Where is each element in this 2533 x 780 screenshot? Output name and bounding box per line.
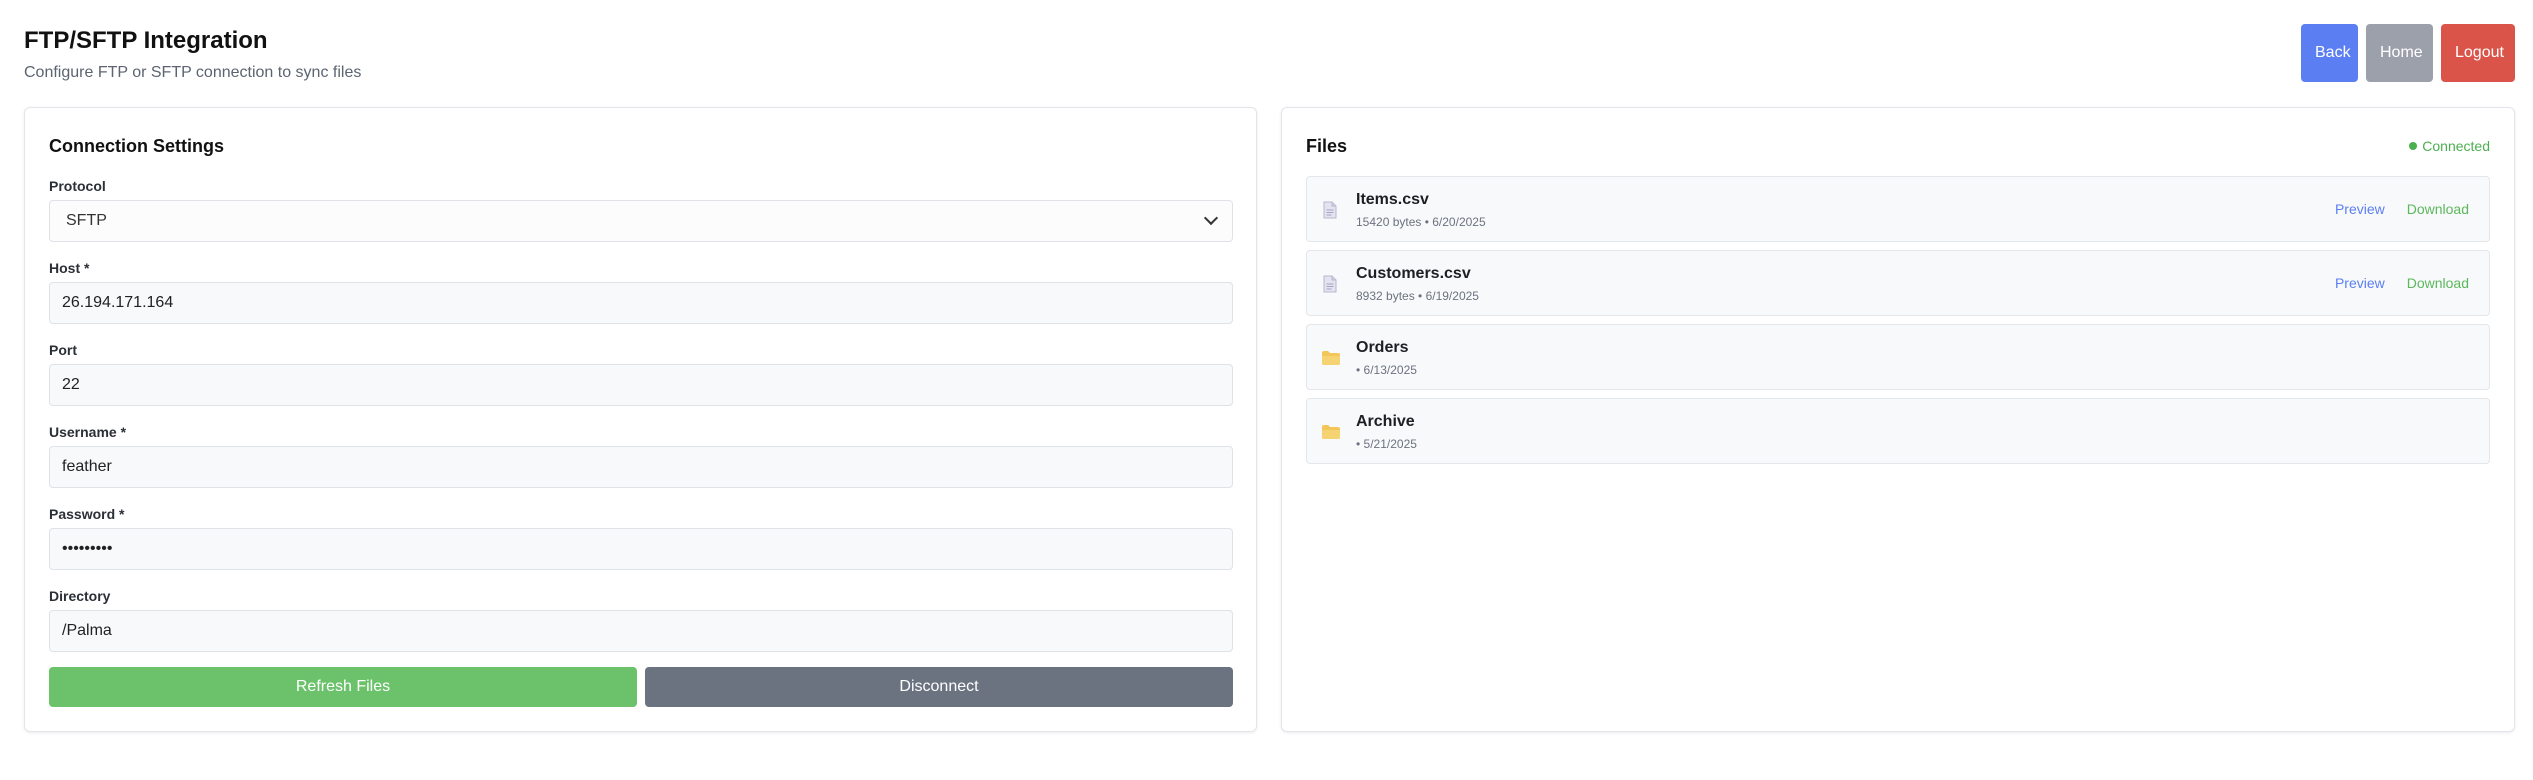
list-item[interactable]: Items.csv 15420 bytes • 6/20/2025 Previe…: [1306, 176, 2490, 242]
file-meta: • 5/21/2025: [1356, 437, 1417, 451]
file-list: Items.csv 15420 bytes • 6/20/2025 Previe…: [1306, 176, 2490, 472]
username-label: Username *: [49, 424, 127, 440]
directory-label: Directory: [49, 588, 111, 604]
file-actions: Preview Download: [2335, 201, 2469, 217]
connection-settings-title: Connection Settings: [49, 136, 224, 156]
file-icon: [1323, 275, 1337, 293]
port-input[interactable]: 22: [49, 364, 1233, 406]
directory-input[interactable]: /Palma: [49, 610, 1233, 652]
disconnect-button[interactable]: Disconnect: [645, 667, 1233, 707]
status-dot-icon: [2409, 142, 2418, 150]
protocol-label: Protocol: [49, 178, 106, 194]
protocol-select[interactable]: SFTP: [49, 200, 1233, 242]
files-panel: Files Connected Items.csv 15420 bytes • …: [1281, 107, 2515, 732]
list-item[interactable]: Orders • 6/13/2025: [1306, 324, 2490, 390]
logout-button[interactable]: Logout: [2441, 24, 2515, 82]
page-subtitle: Configure FTP or SFTP connection to sync…: [24, 64, 362, 81]
top-nav: Back Home Logout: [2301, 24, 2515, 82]
back-button[interactable]: Back: [2301, 24, 2358, 82]
protocol-value: SFTP: [66, 212, 107, 229]
file-icon: [1323, 201, 1337, 219]
file-actions: Preview Download: [2335, 275, 2469, 291]
host-input[interactable]: 26.194.171.164: [49, 282, 1233, 324]
home-button[interactable]: Home: [2366, 24, 2433, 82]
connection-status: Connected: [2409, 138, 2490, 154]
password-input[interactable]: •••••••••: [49, 528, 1233, 570]
file-meta: 8932 bytes • 6/19/2025: [1356, 289, 1479, 303]
connection-settings-panel: Connection Settings Protocol SFTP Host *…: [24, 107, 1257, 732]
file-name: Items.csv: [1356, 191, 1429, 208]
chevron-down-icon: [1203, 210, 1219, 226]
folder-name: Orders: [1356, 339, 1409, 356]
refresh-files-button[interactable]: Refresh Files: [49, 667, 637, 707]
preview-link[interactable]: Preview: [2335, 201, 2385, 217]
file-name: Customers.csv: [1356, 265, 1471, 282]
page-header: FTP/SFTP Integration Configure FTP or SF…: [24, 26, 361, 83]
status-text: Connected: [2422, 138, 2490, 154]
username-input[interactable]: feather: [49, 446, 1233, 488]
download-link[interactable]: Download: [2407, 275, 2469, 291]
folder-icon: [1322, 425, 1340, 439]
page-title: FTP/SFTP Integration: [24, 27, 268, 54]
file-meta: 15420 bytes • 6/20/2025: [1356, 215, 1486, 229]
preview-link[interactable]: Preview: [2335, 275, 2385, 291]
list-item[interactable]: Archive • 5/21/2025: [1306, 398, 2490, 464]
folder-name: Archive: [1356, 413, 1415, 430]
folder-icon: [1322, 351, 1340, 365]
list-item[interactable]: Customers.csv 8932 bytes • 6/19/2025 Pre…: [1306, 250, 2490, 316]
files-title: Files: [1306, 136, 1348, 156]
host-label: Host *: [49, 260, 90, 276]
password-label: Password *: [49, 506, 125, 522]
file-meta: • 6/13/2025: [1356, 363, 1417, 377]
port-label: Port: [49, 342, 77, 358]
download-link[interactable]: Download: [2407, 201, 2469, 217]
